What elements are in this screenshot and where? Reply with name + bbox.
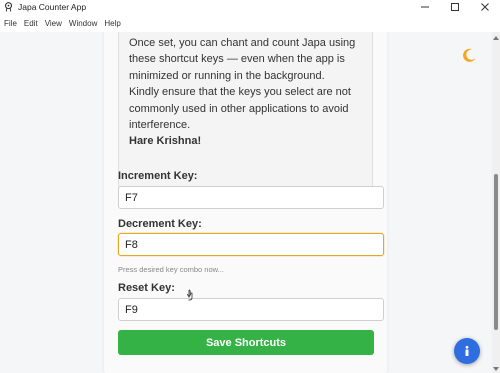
moon-icon[interactable] (460, 46, 478, 64)
info-paragraph-1: Once set, you can chant and count Japa u… (129, 37, 356, 82)
scroll-up-arrow-icon[interactable] (492, 34, 500, 42)
maximize-button[interactable] (440, 0, 470, 14)
maximize-icon (451, 3, 459, 11)
menu-view[interactable]: View (45, 19, 62, 28)
menu-edit[interactable]: Edit (24, 19, 38, 28)
vertical-scrollbar[interactable] (492, 32, 500, 373)
reset-key-input[interactable] (118, 298, 384, 321)
info-signoff: Hare Krishna! (129, 135, 202, 148)
menu-window[interactable]: Window (69, 19, 97, 28)
info-fab-button[interactable] (454, 338, 480, 364)
main-content: Once set, you can chant and count Japa u… (0, 32, 492, 373)
scrollbar-thumb[interactable] (494, 174, 498, 330)
close-icon (481, 3, 489, 11)
increment-key-label: Increment Key: (118, 170, 198, 182)
reset-key-label: Reset Key: (118, 282, 175, 294)
save-shortcuts-button[interactable]: Save Shortcuts (118, 330, 374, 355)
info-box: Once set, you can chant and count Japa u… (118, 32, 373, 192)
close-button[interactable] (470, 0, 500, 14)
scroll-down-arrow-icon[interactable] (492, 365, 500, 373)
decrement-key-label: Decrement Key: (118, 218, 202, 230)
key-capture-hint: Press desired key combo now... (118, 265, 224, 274)
menu-help[interactable]: Help (104, 19, 120, 28)
window-title: Japa Counter App (18, 2, 87, 12)
menu-file[interactable]: File (4, 19, 17, 28)
cursor-icon (186, 289, 193, 301)
minimize-icon (421, 6, 429, 8)
minimize-button[interactable] (410, 0, 440, 14)
menu-bar: File Edit View Window Help (0, 14, 500, 32)
info-paragraph-2: Kindly ensure that the keys you select a… (129, 86, 351, 132)
app-logo-icon (4, 2, 13, 12)
window-controls (410, 0, 500, 14)
title-bar: Japa Counter App (0, 0, 500, 14)
decrement-key-input[interactable] (118, 233, 384, 256)
info-icon (465, 345, 469, 356)
increment-key-input[interactable] (118, 186, 384, 209)
